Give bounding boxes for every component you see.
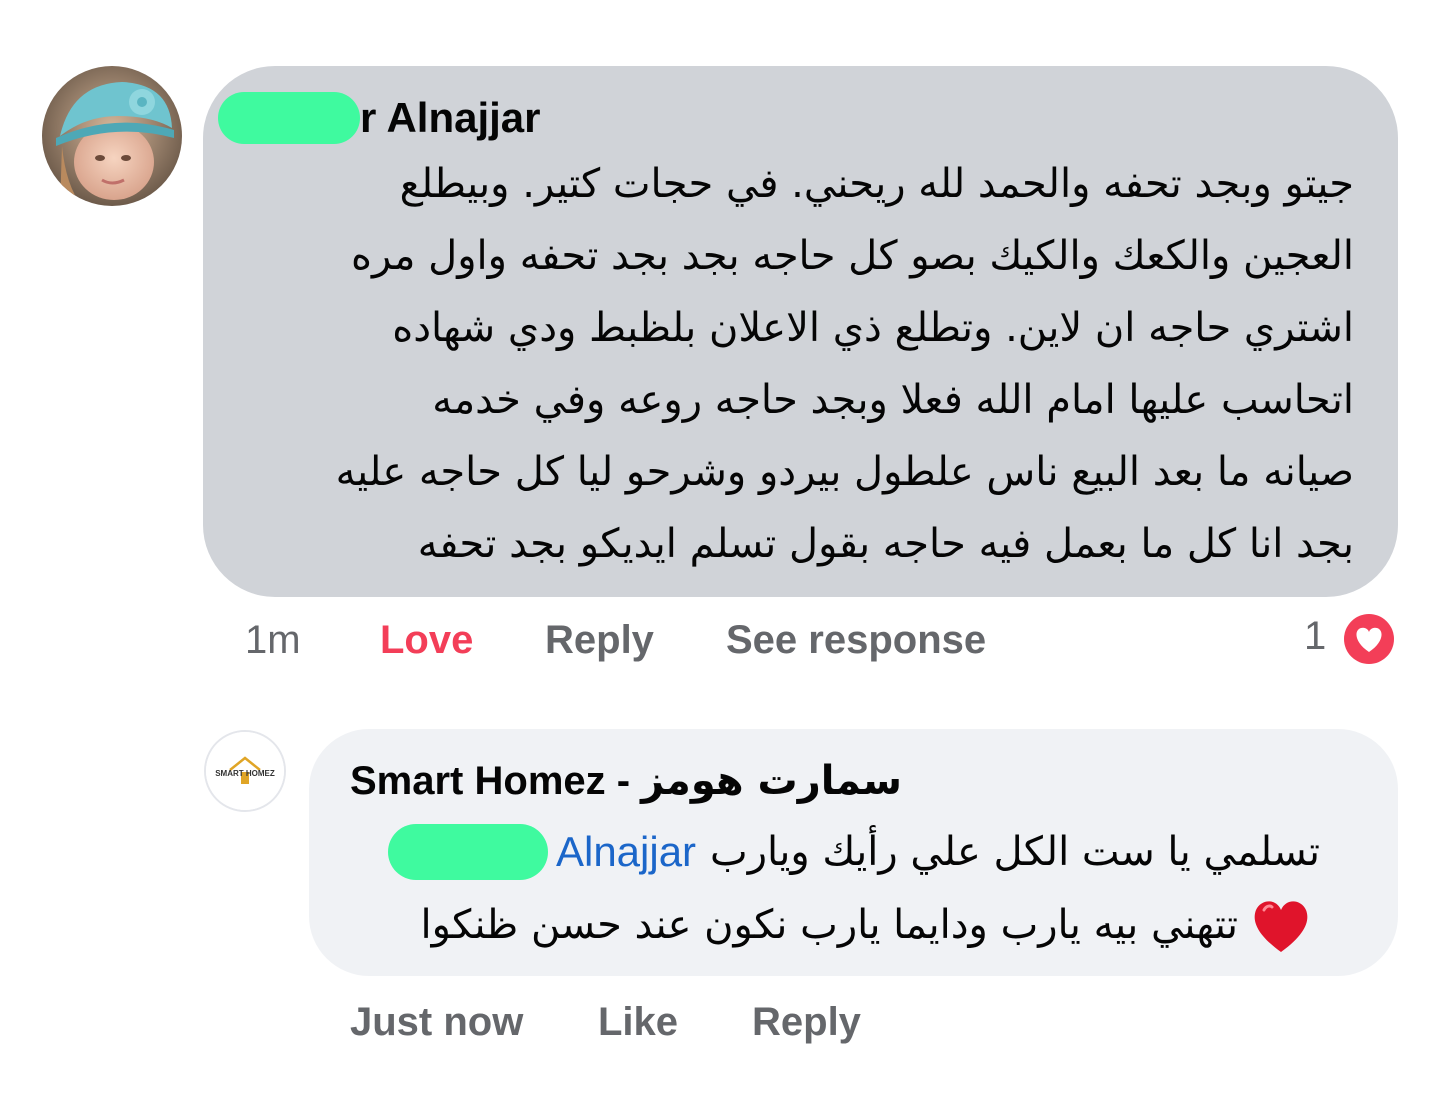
reply-text: تتهني بيه يارب ودايما يارب نكون عند حسن … bbox=[420, 902, 1238, 948]
mention-link[interactable]: Alnajjar bbox=[556, 828, 696, 876]
reply-text-line: تتهني بيه يارب ودايما يارب نكون عند حسن … bbox=[350, 893, 1312, 957]
comment-text: جيتو وبجد تحفه والحمد لله ريحني. في حجات… bbox=[234, 148, 1354, 580]
comment-text-line: العجين والكعك والكيك بصو كل حاجه بجد بجد… bbox=[351, 233, 1354, 279]
reply-author-name-en[interactable]: Smart Homez - bbox=[350, 759, 641, 803]
reply-author-name-ar[interactable]: سمارت هومز bbox=[641, 758, 902, 804]
comment-text-line: جيتو وبجد تحفه والحمد لله ريحني. في حجات… bbox=[399, 161, 1354, 207]
smart-homez-logo-icon: SMART HOMEZ bbox=[206, 732, 284, 810]
reply-timestamp[interactable]: Just now bbox=[350, 1000, 523, 1045]
svg-text:SMART HOMEZ: SMART HOMEZ bbox=[215, 769, 275, 778]
see-response-button[interactable]: See response bbox=[726, 618, 986, 663]
comment-author[interactable]: r Alnajjar bbox=[218, 90, 541, 146]
censor-mark bbox=[387, 824, 548, 880]
comment-text-line: اتحاسب عليها امام الله فعلا وبجد حاجه رو… bbox=[432, 377, 1354, 423]
reply-button[interactable]: Reply bbox=[545, 618, 654, 663]
reaction-count[interactable]: 1 bbox=[1304, 614, 1326, 659]
reply-button[interactable]: Reply bbox=[752, 1000, 861, 1045]
comment-text-line: بجد انا كل ما بعمل فيه حاجه بقول تسلم اي… bbox=[417, 521, 1354, 567]
red-heart-icon bbox=[1254, 901, 1308, 952]
comment-text-line: اشتري حاجه ان لاين. وتطلع ذي الاعلان بلظ… bbox=[392, 305, 1354, 351]
censor-mark bbox=[218, 92, 360, 144]
comment-author-name[interactable]: r Alnajjar bbox=[360, 94, 541, 142]
love-reaction-icon[interactable] bbox=[1340, 610, 1398, 668]
comment-text-line: صيانه ما بعد البيع ناس علطول بيردو وشرحو… bbox=[335, 449, 1354, 495]
comment-timestamp[interactable]: 1m bbox=[245, 618, 301, 663]
reply-text-line: Alnajjar تسلمي يا ست الكل علي رأيك ويارب bbox=[340, 822, 1320, 882]
reply-text: تسلمي يا ست الكل علي رأيك ويارب bbox=[710, 829, 1320, 875]
reply-author[interactable]: Smart Homez - سمارت هومز bbox=[350, 758, 902, 804]
child-photo-icon bbox=[42, 66, 182, 206]
comment-actions: 1m Love Reply See response 1 bbox=[0, 614, 1440, 674]
page-avatar[interactable]: SMART HOMEZ bbox=[204, 730, 286, 812]
love-button[interactable]: Love bbox=[380, 618, 473, 663]
commenter-avatar[interactable] bbox=[42, 66, 182, 206]
like-button[interactable]: Like bbox=[598, 1000, 678, 1045]
reply-actions: Just now Like Reply bbox=[0, 1000, 1440, 1056]
